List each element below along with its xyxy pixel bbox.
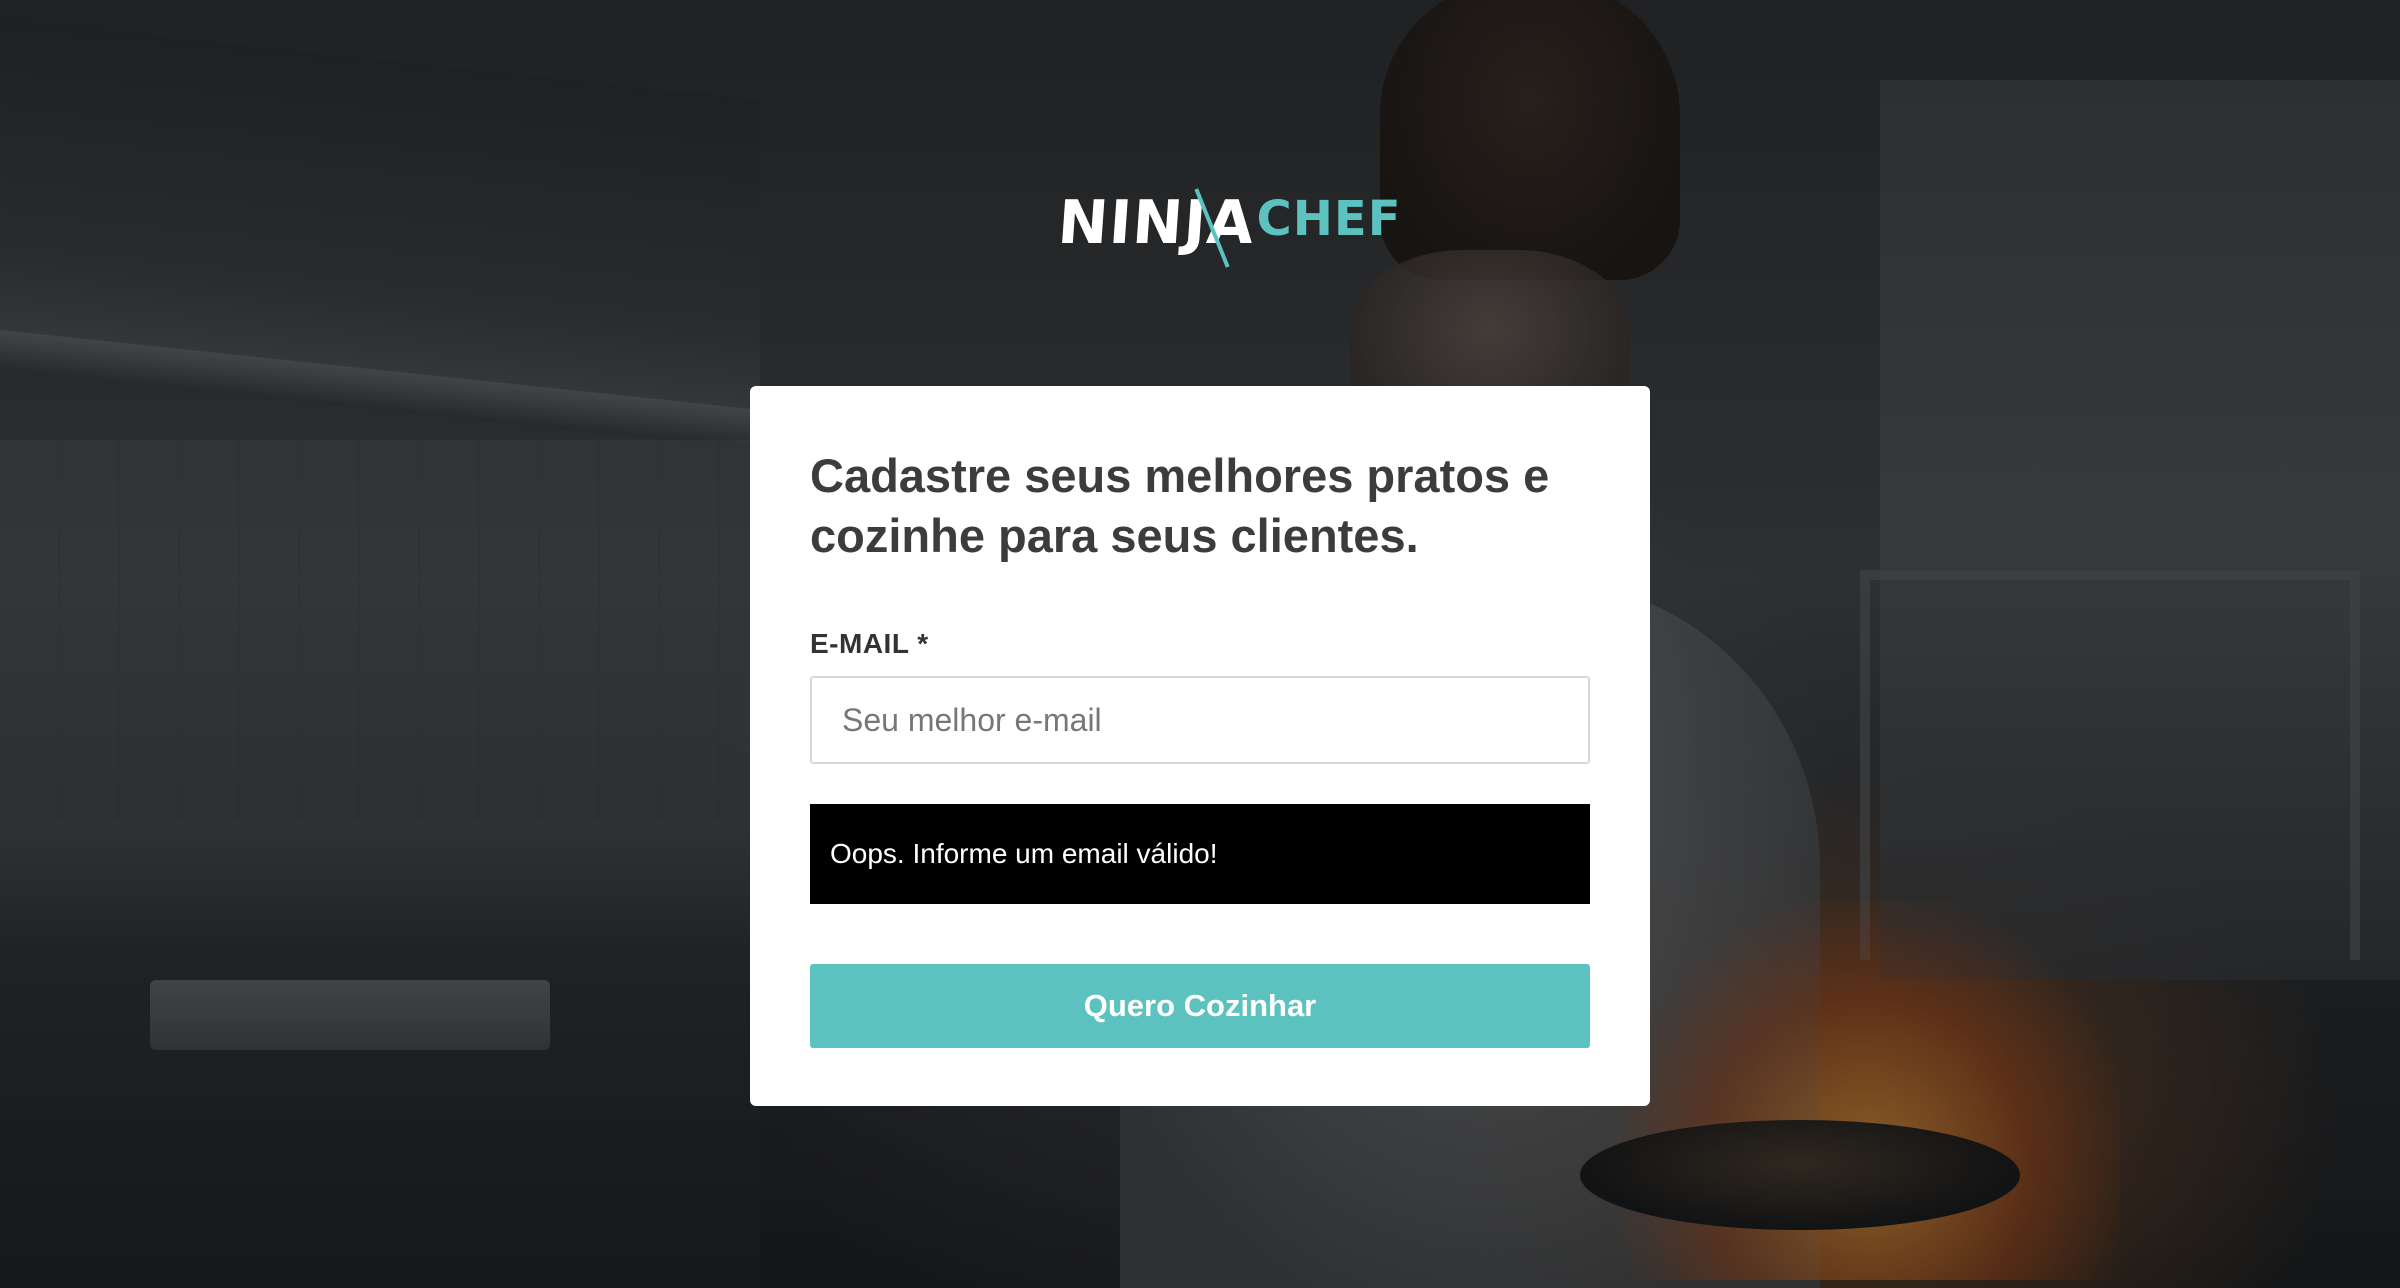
signup-card: Cadastre seus melhores pratos e cozinhe …: [750, 386, 1650, 1106]
logo-ninja-text: NINJA: [1055, 188, 1257, 258]
email-label: E-MAIL *: [810, 628, 929, 659]
submit-button[interactable]: Quero Cozinhar: [810, 964, 1590, 1048]
ninjachef-logo: NINJA CHEF: [1055, 178, 1402, 268]
error-alert-text: Oops. Informe um email válido!: [830, 838, 1218, 869]
logo-chef-text: CHEF: [1256, 191, 1402, 247]
error-alert: Oops. Informe um email válido!: [810, 804, 1590, 904]
signup-headline: Cadastre seus melhores pratos e cozinhe …: [810, 449, 1550, 562]
email-input[interactable]: [810, 676, 1590, 764]
